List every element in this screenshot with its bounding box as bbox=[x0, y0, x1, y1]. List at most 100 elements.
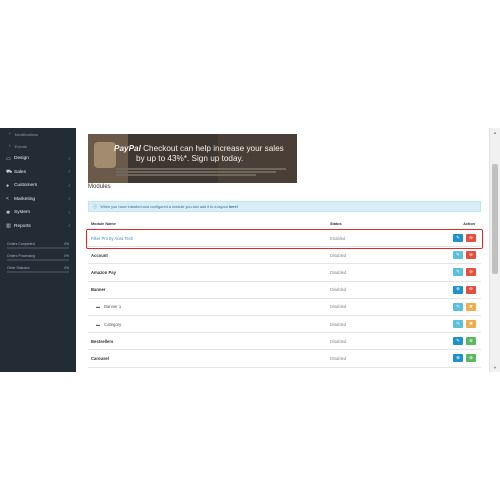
sidebar-subitem-events[interactable]: › Events bbox=[0, 140, 76, 152]
table-row: ▬ Banner 1 Disabled ✎ ✖ bbox=[88, 299, 481, 316]
module-child-label: Banner 1 bbox=[104, 304, 122, 310]
bullet-icon: › bbox=[9, 143, 11, 149]
chevron-right-icon: › bbox=[68, 169, 70, 176]
banner-headline: PayPal Checkout can help increase your s… bbox=[114, 144, 294, 164]
stat-progress-bar bbox=[7, 259, 69, 261]
sidebar-subitem-modifications[interactable]: › Modifications bbox=[0, 128, 76, 140]
stat-value: 0% bbox=[64, 265, 69, 270]
pencil-icon: ✎ bbox=[456, 269, 460, 275]
module-status: Disabled bbox=[330, 252, 347, 258]
stat-label: Orders Processing bbox=[7, 253, 36, 258]
alert-link[interactable]: here! bbox=[229, 205, 238, 209]
banner-fine-print bbox=[116, 168, 294, 176]
module-name: ▬ Category bbox=[88, 322, 330, 327]
sidebar-item-label: Reports bbox=[14, 223, 31, 229]
minus-circle-icon: ⊖ bbox=[469, 286, 473, 292]
column-header-status[interactable]: Status bbox=[330, 222, 392, 226]
module-status: Disabled bbox=[330, 269, 347, 275]
stat-progress-bar bbox=[7, 271, 69, 273]
edit-button[interactable]: ✎ bbox=[453, 251, 463, 260]
install-button[interactable]: ⊕ bbox=[466, 337, 476, 346]
chevron-right-icon: › bbox=[68, 196, 70, 203]
column-header-action: Action bbox=[463, 222, 475, 226]
stat-orders-completed: Orders Completed 0% bbox=[7, 241, 69, 249]
scroll-down-arrow-icon[interactable]: ▼ bbox=[490, 363, 500, 372]
alert-text: When you have installed and configured a… bbox=[100, 204, 228, 209]
pencil-icon: ✎ bbox=[456, 252, 460, 258]
plus-circle-icon: ⊕ bbox=[469, 337, 473, 343]
plus-circle-icon: ⊕ bbox=[469, 355, 473, 361]
sidebar-item-marketing[interactable]: < Marketing › bbox=[0, 193, 76, 207]
add-button[interactable]: ⊕ bbox=[453, 354, 463, 363]
sidebar-item-customers[interactable]: ● Customers › bbox=[0, 179, 76, 193]
table-header: Module Name Status Action bbox=[88, 219, 481, 230]
uninstall-button[interactable]: ⊖ bbox=[466, 285, 476, 294]
sidebar-item-label: Design bbox=[14, 156, 29, 162]
add-button[interactable]: ⊕ bbox=[453, 285, 463, 294]
sidebar-item-label: Marketing bbox=[14, 196, 36, 202]
plus-circle-icon: ⊕ bbox=[456, 355, 460, 361]
delete-button[interactable]: ✖ bbox=[466, 320, 476, 329]
install-button[interactable]: ⊕ bbox=[466, 354, 476, 363]
edit-button[interactable]: ✎ bbox=[453, 302, 463, 311]
module-status: Disabled bbox=[330, 304, 347, 310]
stat-other-statuses: Other Statuses 0% bbox=[7, 265, 69, 273]
module-name: ▬ Banner 1 bbox=[88, 304, 330, 309]
chevron-right-icon: › bbox=[68, 182, 70, 189]
pencil-icon: ✎ bbox=[456, 303, 460, 309]
sidebar-item-reports[interactable]: ▥ Reports › bbox=[0, 220, 76, 234]
banner-headline-1: Checkout can help increase your sales bbox=[143, 144, 284, 153]
trash-icon: ✖ bbox=[469, 303, 473, 309]
share-icon: < bbox=[6, 196, 9, 203]
uninstall-button[interactable]: ⊖ bbox=[466, 234, 476, 243]
sidebar-item-label: System bbox=[14, 210, 30, 216]
edit-button[interactable]: ✎ bbox=[453, 337, 463, 346]
folder-icon: ▬ bbox=[96, 304, 100, 310]
module-name: Banner bbox=[91, 287, 106, 293]
banner-headline-2: by up to 43%*. Sign up today. bbox=[136, 154, 244, 163]
chevron-right-icon: › bbox=[68, 209, 70, 216]
minus-circle-icon: ⊖ bbox=[469, 252, 473, 258]
modules-title: Modules bbox=[88, 184, 111, 190]
sidebar: › Modifications › Events ▭ Design › ⛟ Sa… bbox=[0, 128, 76, 372]
delete-button[interactable]: ✖ bbox=[466, 302, 476, 311]
sidebar-item-system[interactable]: ✱ System › bbox=[0, 206, 76, 220]
main-content: PayPal Checkout can help increase your s… bbox=[76, 128, 489, 372]
pencil-icon: ✎ bbox=[456, 337, 460, 343]
module-child-label: Category bbox=[104, 321, 122, 327]
bar-chart-icon: ▥ bbox=[6, 223, 11, 230]
admin-screen: › Modifications › Events ▭ Design › ⛟ Sa… bbox=[0, 128, 500, 372]
vertical-scrollbar[interactable]: ▲ ▼ bbox=[489, 128, 500, 372]
pencil-icon: ✎ bbox=[456, 234, 460, 240]
module-status: Disabled bbox=[330, 338, 347, 344]
chevron-right-icon: › bbox=[68, 155, 70, 162]
column-header-name[interactable]: Module Name bbox=[88, 222, 330, 226]
edit-button[interactable]: ✎ bbox=[453, 234, 463, 243]
user-icon: ● bbox=[6, 182, 10, 189]
sidebar-subitem-label: Events bbox=[14, 143, 27, 149]
paypal-banner[interactable]: PayPal Checkout can help increase your s… bbox=[88, 134, 297, 183]
edit-button[interactable]: ✎ bbox=[453, 320, 463, 329]
module-name[interactable]: Filter Pro by Aura Tech bbox=[88, 236, 330, 241]
module-status: Disabled bbox=[330, 287, 347, 293]
coffee-cup-image bbox=[94, 142, 116, 168]
table-row: Account Disabled ✎ ⊖ bbox=[88, 247, 481, 265]
scroll-up-arrow-icon[interactable]: ▲ bbox=[490, 128, 500, 137]
plus-circle-icon: ⊕ bbox=[456, 286, 460, 292]
cart-icon: ⛟ bbox=[6, 168, 13, 175]
minus-circle-icon: ⊖ bbox=[469, 234, 473, 240]
sidebar-subitem-label: Modifications bbox=[14, 131, 39, 137]
sidebar-item-sales[interactable]: ⛟ Sales › bbox=[0, 166, 76, 180]
modules-table: Module Name Status Action Filter Pro by … bbox=[88, 219, 481, 368]
uninstall-button[interactable]: ⊖ bbox=[466, 268, 476, 277]
scrollbar-thumb[interactable] bbox=[492, 164, 498, 274]
table-row: Amazon Pay Disabled ✎ ⊖ bbox=[88, 264, 481, 282]
desktop-icon: ▭ bbox=[6, 155, 11, 162]
sidebar-item-design[interactable]: ▭ Design › bbox=[0, 152, 76, 166]
sidebar-item-label: Customers bbox=[14, 183, 38, 189]
folder-icon: ▬ bbox=[96, 321, 100, 327]
edit-button[interactable]: ✎ bbox=[453, 268, 463, 277]
stat-orders-processing: Orders Processing 0% bbox=[7, 253, 69, 261]
uninstall-button[interactable]: ⊖ bbox=[466, 251, 476, 260]
table-row: Filter Pro by Aura Tech Enabled ✎ ⊖ bbox=[88, 230, 481, 248]
